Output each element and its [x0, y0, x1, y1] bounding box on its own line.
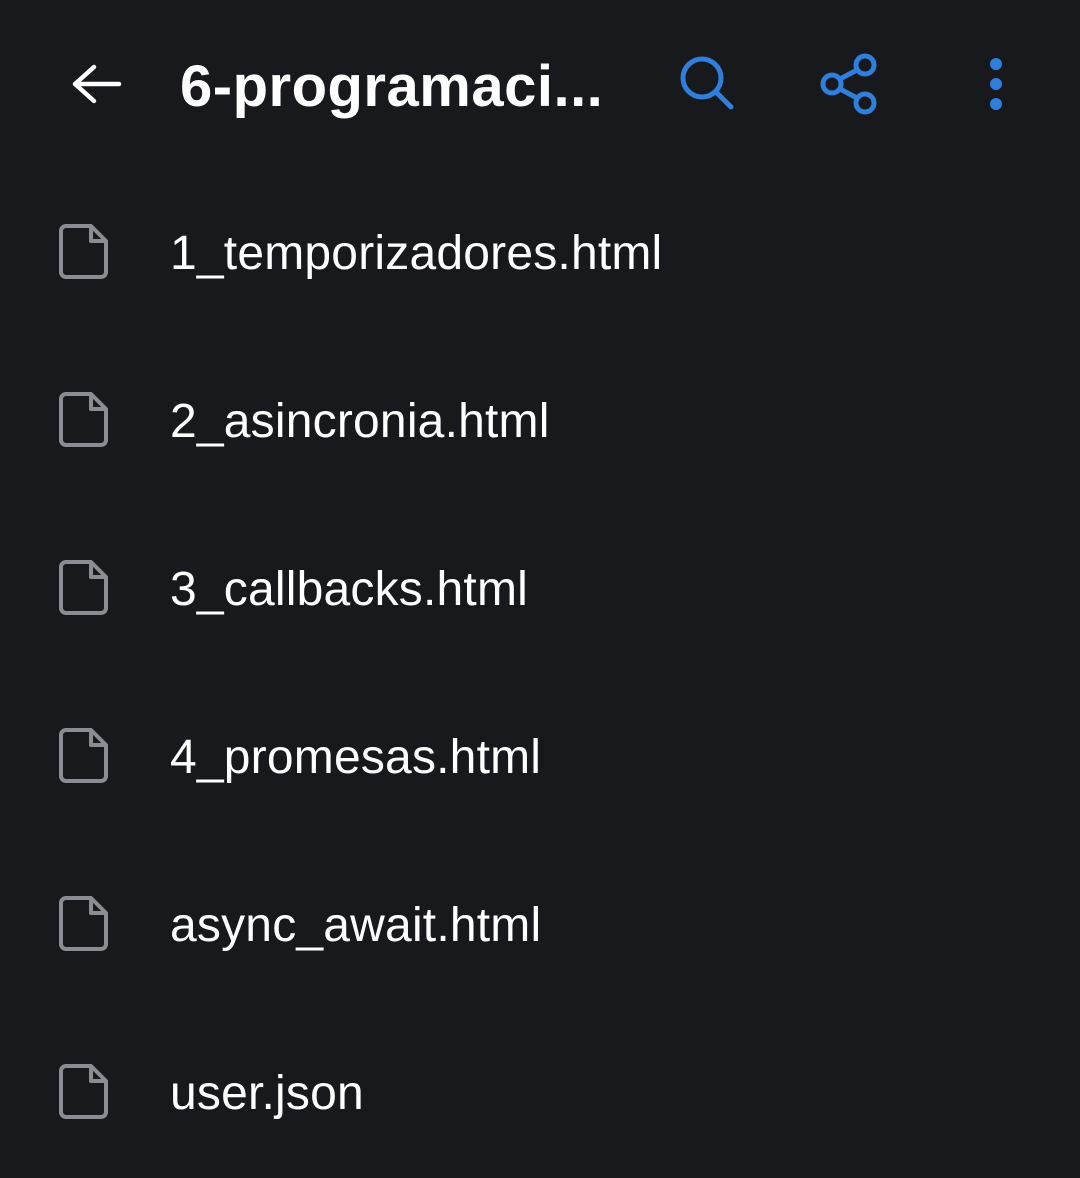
list-item[interactable]: user.json [0, 1010, 1080, 1178]
file-icon [59, 560, 108, 615]
file-icon [59, 392, 108, 447]
back-button[interactable] [50, 38, 142, 130]
share-button[interactable] [803, 38, 895, 130]
file-name: 1_temporizadores.html [170, 227, 663, 280]
list-item[interactable]: 4_promesas.html [0, 674, 1080, 842]
file-icon [59, 224, 108, 279]
list-item[interactable]: 2_asincronia.html [0, 338, 1080, 506]
file-name: 4_promesas.html [170, 731, 542, 784]
file-list: 1_temporizadores.html 2_asincronia.html … [0, 170, 1080, 1178]
arrow-left-icon [72, 64, 122, 104]
more-vertical-icon [990, 58, 1002, 110]
search-icon [680, 56, 734, 110]
app-bar: 6-programaci... [0, 0, 1080, 170]
share-icon [820, 53, 877, 115]
file-name: user.json [170, 1067, 364, 1120]
page-title: 6-programaci... [180, 54, 604, 119]
list-item[interactable]: 1_temporizadores.html [0, 170, 1080, 338]
file-icon [59, 1064, 108, 1119]
more-options-button[interactable] [950, 38, 1042, 130]
file-icon [59, 896, 108, 951]
list-item[interactable]: 3_callbacks.html [0, 506, 1080, 674]
file-name: 2_asincronia.html [170, 395, 550, 448]
search-button[interactable] [662, 38, 754, 130]
file-name: 3_callbacks.html [170, 563, 529, 616]
list-item[interactable]: async_await.html [0, 842, 1080, 1010]
file-name: async_await.html [170, 899, 542, 952]
file-icon [59, 728, 108, 783]
